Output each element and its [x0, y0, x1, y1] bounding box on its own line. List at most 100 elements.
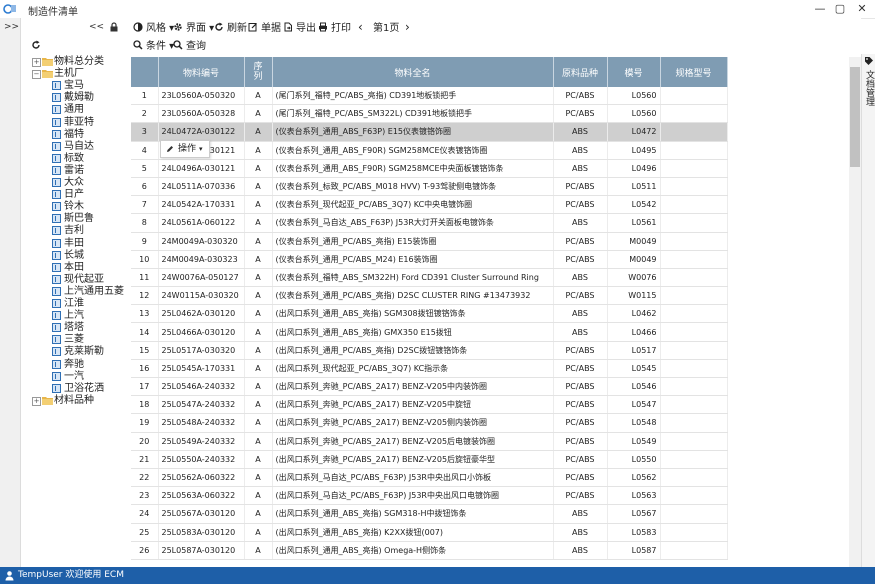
- table-cell: A: [244, 141, 273, 160]
- chevron-down-icon: ▾: [199, 145, 203, 153]
- table-row[interactable]: 22 25L0562A-060322 A (出风口系列_马自达_PC/ABS_F63P…: [131, 468, 728, 488]
- close-button[interactable]: ✕: [852, 0, 872, 17]
- tree-node-label: 主机厂: [54, 68, 84, 80]
- prev-page-button[interactable]: ‹: [358, 21, 363, 34]
- table-row[interactable]: 1 23L0560A-050320 A (尾门系列_福特_PC/ABS_亮指) CD3…: [131, 87, 728, 106]
- table-cell: [660, 377, 728, 397]
- table-row[interactable]: 26 25L0587A-030120 A (出风口系列_通用_ABS_亮指) Omeg…: [131, 541, 728, 560]
- next-page-button[interactable]: ›: [405, 21, 410, 34]
- collapse-sidebar-button[interactable]: <<: [89, 22, 104, 32]
- print-button[interactable]: 打印: [318, 22, 351, 35]
- table-row[interactable]: 424L0495A-030121A(仪表台系列_通用_ABS_F90R) SGM…: [131, 141, 728, 160]
- table-row[interactable]: 6 24L0511A-070336 A (仪表台系列_标致_PC/ABS_M018 H…: [131, 177, 728, 197]
- style-menu-button[interactable]: 风格 ▾: [133, 22, 174, 35]
- table-row[interactable]: 13 25L0462A-030120 A (出风口系列_通用_ABS_亮指) SGM3…: [131, 304, 728, 324]
- maximize-button[interactable]: ▢: [830, 0, 850, 17]
- table-cell: [660, 395, 728, 415]
- table-row[interactable]: 24 25L0567A-030120 A (出风口系列_通用_ABS_亮指) SGM3…: [131, 504, 728, 524]
- table-row[interactable]: 19 25L0548A-240332 A (出风口系列_奔驰_PC/ABS_2A17)…: [131, 413, 728, 433]
- minimize-button[interactable]: —: [810, 0, 830, 17]
- table-cell: [660, 468, 728, 488]
- grid-vertical-scrollbar[interactable]: [849, 57, 861, 567]
- table-cell: 13: [131, 304, 159, 324]
- table-row[interactable]: 14 25L0466A-030120 A (出风口系列_通用_ABS_亮指) GMX3…: [131, 322, 728, 342]
- table-row[interactable]: 8 24L0561A-060122 A (仪表台系列_马自达_ABS_F63P) J5…: [131, 213, 728, 233]
- table-cell: L0563: [607, 486, 661, 506]
- table-cell: 16: [131, 359, 159, 379]
- category-leaf-icon: [52, 383, 61, 393]
- column-header[interactable]: [131, 57, 159, 87]
- column-header[interactable]: 规格型号: [660, 57, 728, 87]
- category-leaf-icon: [52, 323, 61, 333]
- table-row[interactable]: 12 24W0115A-030320 A (仪表台系列_通用_PC/ABS_亮指) D…: [131, 286, 728, 306]
- column-header[interactable]: 模号: [607, 57, 661, 87]
- expand-sidebar-button[interactable]: >>: [4, 22, 19, 32]
- lock-icon[interactable]: [109, 22, 119, 32]
- table-cell: 8: [131, 213, 159, 233]
- table-cell: (仪表台系列_通用_PC/ABS_亮指) E15装饰圈: [272, 232, 554, 251]
- refresh-button[interactable]: 刷新: [214, 22, 247, 35]
- table-row[interactable]: 7 24L0542A-170331 A (仪表台系列_现代起亚_PC/ABS_3Q7)…: [131, 195, 728, 215]
- table-cell: L0466: [607, 322, 661, 342]
- collapse-node-icon[interactable]: −: [32, 70, 41, 80]
- table-cell: 1: [131, 87, 159, 106]
- table-row[interactable]: 15 25L0517A-030320 A (出风口系列_通用_PC/ABS_亮指) D…: [131, 341, 728, 360]
- table-cell: 23: [131, 486, 159, 506]
- table-cell: PC/ABS: [553, 232, 608, 251]
- query-label: 查询: [186, 41, 206, 52]
- table-row[interactable]: 23 25L0563A-060322 A (出风口系列_马自达_PC/ABS_F63P…: [131, 486, 728, 506]
- table-cell: A: [244, 450, 273, 469]
- table-cell: A: [244, 232, 273, 251]
- table-cell: L0547: [607, 395, 661, 415]
- ui-menu-button[interactable]: 界面 ▾: [173, 22, 214, 35]
- filter-button[interactable]: 条件 ▾: [133, 40, 174, 53]
- table-row[interactable]: 10 24M0049A-030323 A (仪表台系列_通用_PC/ABS_M24) …: [131, 250, 728, 269]
- table-row[interactable]: 11 24W0076A-050127 A (仪表台系列_福特_ABS_SM322H) …: [131, 268, 728, 288]
- table-cell: 24W0115A-030320: [158, 286, 245, 306]
- tree-node-label: 吉利: [64, 225, 84, 237]
- table-row[interactable]: 20 25L0549A-240332 A (出风口系列_奔驰_PC/ABS_2A17)…: [131, 432, 728, 451]
- table-cell: L0548: [607, 413, 661, 433]
- table-row[interactable]: 17 25L0546A-240332 A (出风口系列_奔驰_PC/ABS_2A17)…: [131, 377, 728, 397]
- table-row[interactable]: 5 24L0496A-030121 A (仪表台系列_通用_ABS_F90R) SGM…: [131, 159, 728, 178]
- table-cell: (出风口系列_通用_ABS_亮指) SGM308拨钮镀铬饰条: [272, 304, 554, 324]
- category-leaf-icon: [52, 190, 61, 200]
- table-cell: A: [244, 104, 273, 124]
- table-cell: 4: [131, 141, 159, 160]
- left-rail: >>: [0, 18, 21, 567]
- column-header[interactable]: 物料编号: [158, 57, 245, 87]
- category-leaf-icon: [52, 359, 61, 369]
- category-leaf-icon: [52, 129, 61, 139]
- table-row[interactable]: 3 24L0472A-030122 A (仪表台系列_通用_ABS_F63P) E15…: [131, 122, 728, 142]
- column-header[interactable]: 序列: [244, 57, 273, 87]
- document-button[interactable]: 单据: [248, 22, 281, 35]
- table-cell: 14: [131, 322, 159, 342]
- table-cell: PC/ABS: [553, 395, 608, 415]
- column-header[interactable]: 原料品种: [553, 57, 608, 87]
- expand-node-icon[interactable]: +: [32, 396, 41, 406]
- document-management-tab[interactable]: 文档管理: [861, 54, 875, 567]
- table-row[interactable]: 21 25L0550A-240332 A (出风口系列_奔驰_PC/ABS_2A17)…: [131, 450, 728, 469]
- table-cell: W0115: [607, 286, 661, 306]
- table-cell: A: [244, 341, 273, 360]
- table-row[interactable]: 2 23L0560A-050328 A (尾门系列_福特_PC/ABS_SM322L)…: [131, 104, 728, 124]
- tree-refresh-icon[interactable]: [31, 40, 41, 50]
- table-cell: (仪表台系列_通用_ABS_F90R) SGM258MCE仪表镀铬饰圈: [272, 141, 554, 160]
- table-cell: [660, 486, 728, 506]
- pencil-icon: [167, 146, 173, 152]
- table-cell: [660, 432, 728, 451]
- column-header[interactable]: 物料全名: [272, 57, 554, 87]
- table-cell: (出风口系列_奔驰_PC/ABS_2A17) BENZ-V205后电镀装饰圈: [272, 432, 554, 451]
- expand-node-icon[interactable]: +: [32, 58, 41, 67]
- document-management-label: 文档管理: [864, 70, 874, 106]
- table-row[interactable]: 16 25L0545A-170331 A (出风口系列_现代起亚_PC/ABS_3Q7…: [131, 359, 728, 379]
- table-row[interactable]: 18 25L0547A-240332 A (出风口系列_奔驰_PC/ABS_2A17)…: [131, 395, 728, 415]
- category-leaf-icon: [52, 153, 61, 163]
- row-operation-menu-button[interactable]: 操作 ▾: [160, 140, 210, 158]
- table-row[interactable]: 25 25L0583A-030120 A (出风口系列_通用_ABS_亮指) K2XX…: [131, 523, 728, 542]
- table-row[interactable]: 9 24M0049A-030320 A (仪表台系列_通用_PC/ABS_亮指) E1…: [131, 232, 728, 251]
- export-button[interactable]: 导出: [283, 22, 316, 35]
- table-cell: W0076: [607, 268, 661, 288]
- query-button[interactable]: 查询: [173, 40, 206, 53]
- scrollbar-thumb[interactable]: [850, 67, 860, 167]
